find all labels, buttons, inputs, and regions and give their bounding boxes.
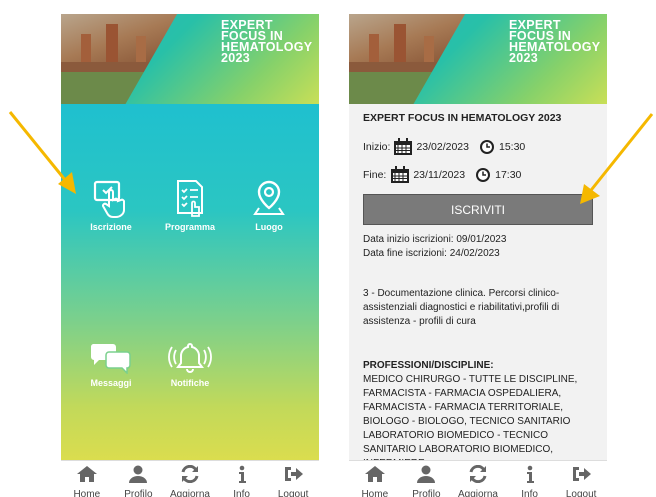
registration-end: Data fine iscrizioni: 24/02/2023 — [363, 248, 500, 259]
logout-icon — [573, 467, 592, 481]
event-banner: EXPERT FOCUS IN HEMATOLOGY 2023 — [349, 14, 607, 104]
banner-title: EXPERT FOCUS IN HEMATOLOGY 2023 — [509, 18, 601, 65]
menu-item-label: Luogo — [255, 222, 283, 232]
nav-home[interactable]: Home — [61, 461, 113, 497]
start-date: 23/02/2023 — [416, 141, 469, 153]
calendar-icon — [391, 166, 410, 183]
bottom-navigation: Home Profilo Aggiorna Info Logout — [61, 460, 319, 497]
end-time: 17:30 — [495, 169, 522, 181]
menu-item-label: Programma — [164, 222, 216, 232]
user-icon — [129, 465, 148, 483]
nav-label: Profilo — [124, 489, 153, 497]
menu-item-label: Notifiche — [170, 378, 210, 388]
clock-icon — [480, 140, 494, 154]
end-date: 23/11/2023 — [413, 169, 466, 181]
checklist-icon — [177, 180, 203, 217]
nav-label: Logout — [277, 489, 309, 497]
info-icon — [238, 465, 246, 483]
nav-label: Profilo — [412, 489, 441, 497]
annotation-arrow-left — [8, 111, 76, 194]
event-banner: EXPERT FOCUS IN HEMATOLOGY 2023 — [61, 14, 319, 104]
menu-item-luogo[interactable]: Luogo — [229, 178, 309, 232]
menu-item-messaggi[interactable]: Messaggi — [71, 340, 151, 388]
event-title: EXPERT FOCUS IN HEMATOLOGY 2023 — [363, 112, 562, 124]
nav-profilo[interactable]: Profilo — [401, 461, 453, 497]
home-icon — [76, 466, 97, 482]
banner-title: EXPERT FOCUS IN HEMATOLOGY 2023 — [221, 18, 313, 65]
home-screen: EXPERT FOCUS IN HEMATOLOGY 2023 Iscrizio… — [61, 14, 319, 497]
nav-label: Home — [361, 489, 389, 497]
nav-info[interactable]: Info — [504, 461, 556, 497]
info-icon — [526, 465, 534, 483]
bottom-navigation: Home Profilo Aggiorna Info Logout — [349, 460, 607, 497]
start-row: Inizio: 23/02/2023 15:30 — [363, 138, 593, 156]
event-description: 3 - Documentazione clinica. Percorsi cli… — [363, 288, 560, 327]
annotation-arrow-right — [580, 113, 654, 204]
menu-item-programma[interactable]: Programma — [150, 178, 230, 232]
menu-item-label: Messaggi — [90, 378, 132, 388]
menu-item-notifiche[interactable]: Notifiche — [150, 340, 230, 388]
logout-icon — [285, 467, 304, 481]
nav-logout[interactable]: Logout — [267, 461, 319, 497]
user-icon — [417, 465, 436, 483]
nav-profilo[interactable]: Profilo — [113, 461, 165, 497]
hand-tap-icon — [93, 180, 125, 218]
professions-text: MEDICO CHIRURGO - TUTTE LE DISCIPLINE, F… — [363, 374, 578, 469]
nav-label: Home — [73, 489, 101, 497]
nav-label: Logout — [565, 489, 597, 497]
calendar-icon — [394, 138, 413, 155]
professions-section: PROFESSIONI/DISCIPLINE: MEDICO CHIRURGO … — [363, 359, 593, 471]
nav-logout[interactable]: Logout — [555, 461, 607, 497]
nav-label: Aggiorna — [457, 489, 498, 497]
nav-label: Aggiorna — [169, 489, 210, 497]
home-icon — [364, 466, 385, 482]
iscriviti-button[interactable]: ISCRIVITI — [363, 194, 593, 225]
event-detail-screen: EXPERT FOCUS IN HEMATOLOGY 2023 EXPERT F… — [349, 14, 607, 497]
location-pin-icon — [253, 180, 285, 215]
start-label: Inizio: — [363, 141, 391, 153]
nav-info[interactable]: Info — [216, 461, 268, 497]
main-menu: Iscrizione Programma Luogo Messaggi Noti… — [61, 104, 319, 461]
end-label: Fine: — [363, 169, 387, 181]
end-row: Fine: 23/11/2023 17:30 — [363, 166, 593, 184]
nav-aggiorna[interactable]: Aggiorna — [452, 461, 504, 497]
nav-label: Info — [233, 489, 250, 497]
registration-dates: Data inizio iscrizioni: 09/01/2023 Data … — [363, 233, 593, 261]
start-time: 15:30 — [499, 141, 526, 153]
refresh-icon — [469, 465, 487, 483]
professions-heading: PROFESSIONI/DISCIPLINE: — [363, 360, 494, 371]
chat-bubbles-icon — [90, 344, 131, 374]
clock-icon — [476, 168, 491, 182]
registration-start: Data inizio iscrizioni: 09/01/2023 — [363, 234, 507, 245]
refresh-icon — [181, 465, 199, 483]
bell-icon — [168, 342, 212, 373]
menu-item-label: Iscrizione — [90, 222, 132, 232]
nav-aggiorna[interactable]: Aggiorna — [164, 461, 216, 497]
nav-label: Info — [521, 489, 538, 497]
nav-home[interactable]: Home — [349, 461, 401, 497]
